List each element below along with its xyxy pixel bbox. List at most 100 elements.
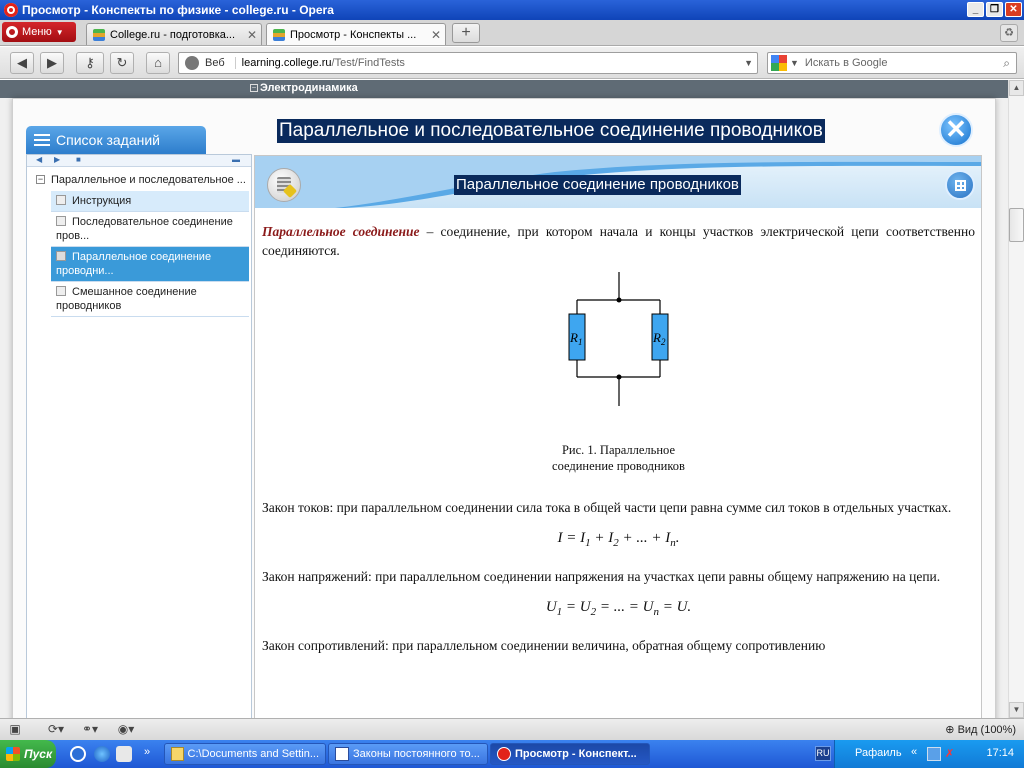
zoom-icon: ⊕ bbox=[945, 724, 958, 736]
search-placeholder: Искать в Google bbox=[804, 57, 888, 69]
tree-root-item[interactable]: − Параллельное и последовательное ... bbox=[27, 167, 251, 191]
notes-icon bbox=[267, 168, 301, 202]
tab-college[interactable]: College.ru - подготовка... ✕ bbox=[86, 23, 262, 45]
close-tab-icon[interactable]: ✕ bbox=[431, 28, 441, 42]
user-name: Рафаиль bbox=[855, 747, 902, 759]
tree-root-label: Параллельное и последовательное ... bbox=[51, 174, 246, 186]
url-path: /Test/FindTests bbox=[331, 57, 405, 69]
minimize-button[interactable]: _ bbox=[967, 2, 984, 17]
network-icon[interactable] bbox=[927, 747, 941, 761]
tree-item-mixed[interactable]: Смешанное соединение проводников bbox=[51, 282, 249, 317]
trash-icon[interactable]: ♻ bbox=[1000, 24, 1018, 42]
tray-expand-icon[interactable]: « bbox=[911, 746, 917, 758]
unite-icon[interactable]: ⚭▾ bbox=[78, 722, 102, 736]
lesson-content: Параллельное соединение проводников Пара… bbox=[254, 155, 982, 718]
circuit-figure: R1 R2 bbox=[262, 260, 981, 442]
turbo-icon[interactable]: ◉▾ bbox=[112, 722, 140, 736]
scroll-up-icon[interactable]: ▲ bbox=[1009, 80, 1024, 96]
antivirus-icon[interactable]: ✗ bbox=[945, 747, 954, 760]
address-scheme-label: Веб bbox=[205, 57, 236, 69]
tree-item-series[interactable]: Последовательное соединение пров... bbox=[51, 212, 249, 247]
search-field[interactable]: ▼ Искать в Google ⌕ bbox=[767, 52, 1017, 74]
quicklaunch-media-icon[interactable] bbox=[70, 746, 86, 762]
back-button[interactable]: ◀ bbox=[10, 52, 34, 74]
checkbox-icon bbox=[56, 195, 66, 205]
url-host: learning.college.ru bbox=[241, 57, 332, 69]
zoom-level[interactable]: ⊕ Вид (100%) bbox=[945, 723, 1016, 736]
window-controls: _ ❐ ✕ bbox=[967, 2, 1022, 17]
prev-arrow-icon[interactable]: ◀ bbox=[36, 155, 42, 164]
caption-line-2: соединение проводников bbox=[552, 459, 685, 473]
google-icon bbox=[771, 55, 787, 71]
quicklaunch-desktop-icon[interactable] bbox=[116, 746, 132, 762]
search-icon[interactable]: ⌕ bbox=[1003, 56, 1010, 71]
tab-strip: Меню ▼ College.ru - подготовка... ✕ Прос… bbox=[0, 20, 1024, 46]
save-icon[interactable]: ■ bbox=[76, 155, 81, 164]
page-viewport: − Электродинамика Параллельное и последо… bbox=[0, 80, 1008, 718]
page-scrollbar[interactable]: ▲ ▼ bbox=[1008, 80, 1024, 718]
checkbox-icon bbox=[56, 286, 66, 296]
tasks-header-label: Список заданий bbox=[56, 132, 161, 148]
tab-label: Просмотр - Конспекты ... bbox=[290, 28, 417, 41]
close-window-button[interactable]: ✕ bbox=[1005, 2, 1022, 17]
content-title: Параллельное соединение проводников bbox=[454, 175, 741, 195]
quicklaunch-ie-icon[interactable] bbox=[94, 746, 110, 762]
word-icon bbox=[335, 747, 349, 761]
list-icon bbox=[34, 134, 50, 146]
panel-toggle-icon[interactable]: ▣ bbox=[8, 722, 22, 736]
next-arrow-icon[interactable]: ▶ bbox=[54, 155, 60, 164]
opera-icon bbox=[497, 747, 511, 761]
taskbar-item-word[interactable]: Законы постоянного то... bbox=[328, 743, 488, 765]
opera-menu-button[interactable]: Меню ▼ bbox=[2, 22, 76, 42]
tasks-tree: ◀ ▶ ■ ▬ − Параллельное и последовательно… bbox=[26, 154, 252, 718]
sync-icon[interactable]: ⟳▾ bbox=[44, 722, 68, 736]
close-modal-icon[interactable]: ✕ bbox=[939, 113, 973, 147]
tab-label: College.ru - подготовка... bbox=[110, 28, 236, 41]
home-button[interactable]: ⌂ bbox=[146, 52, 170, 74]
tasks-list-header[interactable]: Список заданий bbox=[26, 126, 206, 154]
new-tab-button[interactable]: + bbox=[452, 23, 480, 43]
zoom-label: Вид (100%) bbox=[957, 724, 1016, 736]
term: Параллельное соединение bbox=[262, 224, 420, 239]
modal-title: Параллельное и последовательное соединен… bbox=[277, 119, 825, 143]
tree-toggle-icon[interactable]: − bbox=[36, 175, 45, 184]
folder-icon bbox=[171, 747, 184, 761]
taskbar-item-opera[interactable]: Просмотр - Конспект... bbox=[490, 743, 650, 765]
resistance-law-paragraph: Закон сопротивлений: при параллельном со… bbox=[262, 638, 826, 653]
checkbox-icon bbox=[56, 216, 66, 226]
start-button[interactable]: Пуск bbox=[0, 740, 56, 768]
collapse-icon[interactable]: − bbox=[250, 84, 258, 92]
address-bar[interactable]: Веб learning.college.ru/Test/FindTests ▼ bbox=[178, 52, 758, 74]
section-label: Электродинамика bbox=[260, 82, 358, 94]
window-title: Просмотр - Конспекты по физике - college… bbox=[22, 3, 334, 17]
reload-button[interactable]: ↻ bbox=[110, 52, 134, 74]
scroll-thumb[interactable] bbox=[1009, 208, 1024, 242]
bottom-junction bbox=[616, 374, 622, 380]
forward-button[interactable]: ▶ bbox=[40, 52, 64, 74]
key-icon[interactable]: ⚷ bbox=[76, 52, 104, 74]
scroll-down-icon[interactable]: ▼ bbox=[1009, 702, 1024, 718]
tree-toolbar: ◀ ▶ ■ ▬ bbox=[27, 155, 251, 167]
taskbar-item-label: Просмотр - Конспект... bbox=[515, 748, 637, 760]
start-label: Пуск bbox=[24, 747, 53, 761]
tree-item-instruction[interactable]: Инструкция bbox=[51, 191, 249, 212]
maximize-button[interactable]: ❐ bbox=[986, 2, 1003, 17]
grid-view-icon[interactable] bbox=[945, 170, 975, 200]
college-favicon-icon bbox=[273, 28, 285, 41]
tab-prosmotr[interactable]: Просмотр - Конспекты ... ✕ bbox=[266, 23, 446, 45]
system-tray: RU Рафаиль « ✗ 17:14 bbox=[815, 740, 1024, 768]
close-tab-icon[interactable]: ✕ bbox=[247, 28, 257, 42]
address-dropdown-icon[interactable]: ▼ bbox=[744, 58, 753, 68]
figure-caption: Рис. 1. Параллельное соединение проводни… bbox=[262, 442, 975, 474]
tree-item-parallel[interactable]: Параллельное соединение проводни... bbox=[51, 247, 249, 282]
clock: 17:14 bbox=[986, 747, 1014, 759]
quicklaunch-more-icon[interactable]: » bbox=[144, 746, 150, 758]
tree-item-label: Последовательное соединение пров... bbox=[56, 216, 233, 242]
taskbar-item-explorer[interactable]: C:\Documents and Settin... bbox=[164, 743, 326, 765]
collapse-all-icon[interactable]: ▬ bbox=[232, 155, 240, 164]
voltage-formula: U1 = U2 = ... = Un = U. bbox=[545, 599, 692, 618]
windows-logo-icon bbox=[6, 747, 20, 761]
windows-taskbar: Пуск » C:\Documents and Settin... Законы… bbox=[0, 740, 1024, 768]
search-engine-dropdown-icon[interactable]: ▼ bbox=[790, 58, 799, 68]
language-indicator[interactable]: RU bbox=[815, 746, 831, 761]
